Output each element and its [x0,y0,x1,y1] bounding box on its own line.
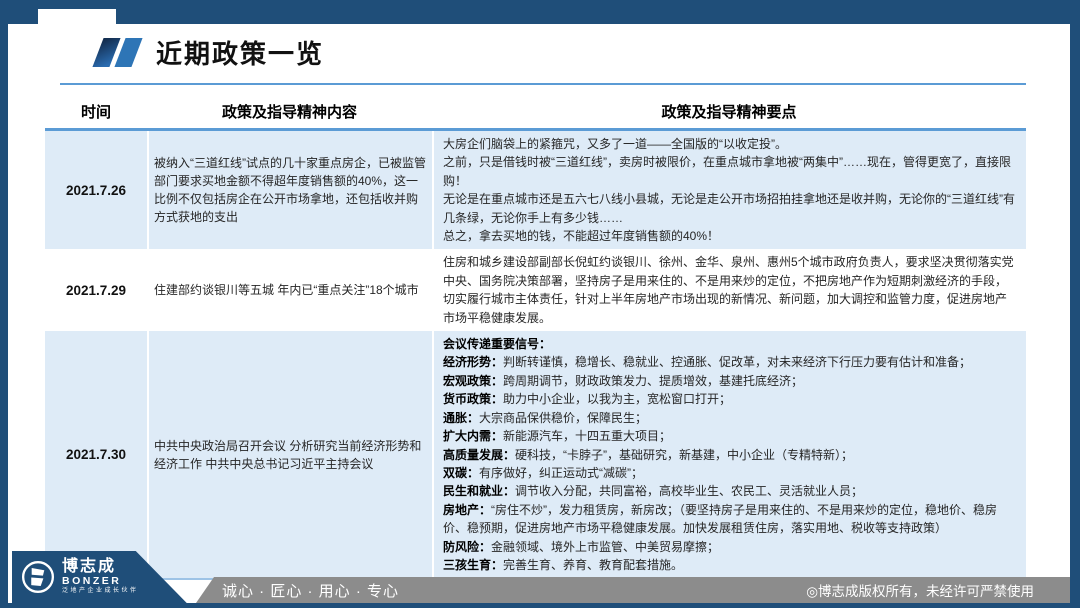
points-cell: 大房企们脑袋上的紧箍咒，又多了一道——全国版的“以收定投”。之前，只是借钱时被“… [434,131,1026,249]
column-header-content: 政策及指导精神内容 [147,101,432,122]
brand-tagline: 泛地产企业成长伙伴 [62,587,139,596]
footer-bar: 诚心 · 匠心 · 用心 · 专心 ◎博志成版权所有，未经许可严禁使用 [196,577,1070,603]
frame-right-bar [1070,0,1080,608]
point-label: 宏观政策： [443,374,503,388]
point-line: 通胀：大宗商品保供稳价，保障民生； [443,409,1017,427]
bonzer-logo-icon [20,559,56,595]
point-line: 宏观政策：跨周期调节，财政政策发力、提质增效，基建托底经济； [443,372,1017,390]
content-cell: 住建部约谈银川等五城 年内已“重点关注”18个城市 [149,249,434,331]
points-cell: 住房和城乡建设部副部长倪虹约谈银川、徐州、金华、泉州、惠州5个城市政府负责人，要… [434,249,1026,331]
footer-copyright: ◎博志成版权所有，未经许可严禁使用 [806,580,1034,600]
point-line: 经济形势：判断转谨慎，稳增长、稳就业、控通胀、促改革，对未来经济下行压力要有估计… [443,353,1017,371]
policy-table: 时间 政策及指导精神内容 政策及指导精神要点 2021.7.26 被纳入“三道红… [45,95,1026,580]
column-header-points: 政策及指导精神要点 [432,101,1026,122]
content-cell: 中共中央政治局召开会议 分析研究当前经济形势和经济工作 中共中央总书记习近平主持… [149,331,434,578]
points-cell: 会议传递重要信号： 经济形势：判断转谨慎，稳增长、稳就业、控通胀、促改革，对未来经… [434,331,1026,578]
brand-text: 博志成 BONZER 泛地产企业成长伙伴 [62,559,139,596]
point-label: 经济形势： [443,355,503,369]
point-line: 三孩生育：完善生育、养育、教育配套措施。 [443,556,1017,574]
point-line: 双碳：有序做好，纠正运动式“减碳”； [443,464,1017,482]
table-body: 2021.7.26 被纳入“三道红线”试点的几十家重点房企，已被监管部门要求买地… [45,128,1026,580]
point-line: 高质量发展：硬科技，“卡脖子”，基础研究，新基建，中小企业（专精特新）； [443,446,1017,464]
brand-name-en: BONZER [62,575,139,587]
date-cell: 2021.7.26 [45,131,149,249]
point-label: 货币政策： [443,392,503,406]
title-slashes-icon [98,38,142,67]
point-line: 大房企们脑袋上的紧箍咒，又多了一道——全国版的“以收定投”。 [443,135,1017,153]
point-label: 房地产： [443,503,491,517]
point-label: 会议传递重要信号： [443,337,551,351]
point-line: 扩大内需：新能源汽车，十四五重大项目； [443,427,1017,445]
title-block: 近期政策一览 [98,34,324,71]
point-label: 民生和就业： [443,484,515,498]
point-line: 民生和就业：调节收入分配，共同富裕，高校毕业生、农民工、灵活就业人员； [443,482,1017,500]
date-cell: 2021.7.30 [45,331,149,578]
slide-page: 近期政策一览 时间 政策及指导精神内容 政策及指导精神要点 2021.7.26 … [0,0,1080,608]
point-line: 会议传递重要信号： [443,335,1017,353]
table-header-row: 时间 政策及指导精神内容 政策及指导精神要点 [45,95,1026,128]
frame-top-bar [0,0,1080,24]
table-row: 2021.7.26 被纳入“三道红线”试点的几十家重点房企，已被监管部门要求买地… [45,131,1026,249]
point-line: 之前，只是借钱时被“三道红线”，卖房时被限价，在重点城市拿地被“两集中”……现在… [443,153,1017,190]
point-label: 双碳： [443,466,479,480]
top-left-notch [38,9,116,25]
point-line: 无论是在重点城市还是五六七八线小县城，无论是走公开市场招拍挂拿地还是收并购，无论… [443,190,1017,227]
point-line: 住房和城乡建设部副部长倪虹约谈银川、徐州、金华、泉州、惠州5个城市政府负责人，要… [443,253,1017,327]
page-title: 近期政策一览 [156,34,324,71]
point-label: 高质量发展： [443,448,515,462]
table-row: 2021.7.29 住建部约谈银川等五城 年内已“重点关注”18个城市 住房和城… [45,249,1026,331]
date-cell: 2021.7.29 [45,249,149,331]
point-line: 房地产：“房住不炒”，发力租赁房，新房改；（要坚持房子是用来住的、不是用来炒的定… [443,501,1017,538]
point-label: 三孩生育： [443,558,503,572]
point-label: 防风险： [443,540,491,554]
content-cell: 被纳入“三道红线”试点的几十家重点房企，已被监管部门要求买地金额不得超年度销售额… [149,131,434,249]
frame-left-bar [0,0,8,608]
title-underline [60,83,1026,85]
point-label: 扩大内需： [443,429,503,443]
brand-name-cn: 博志成 [62,559,139,575]
table-row: 2021.7.30 中共中央政治局召开会议 分析研究当前经济形势和经济工作 中共… [45,331,1026,578]
point-line: 防风险：金融领域、境外上市监管、中美贸易摩擦； [443,538,1017,556]
point-line: 货币政策：助力中小企业，以我为主，宽松窗口打开； [443,390,1017,408]
point-label: 通胀： [443,411,479,425]
column-header-time: 时间 [45,101,147,122]
footer-slogan: 诚心 · 匠心 · 用心 · 专心 [222,580,399,601]
frame-bottom-bar [0,603,1080,608]
point-line: 总之，拿去买地的钱，不能超过年度销售额的40%！ [443,227,1017,245]
